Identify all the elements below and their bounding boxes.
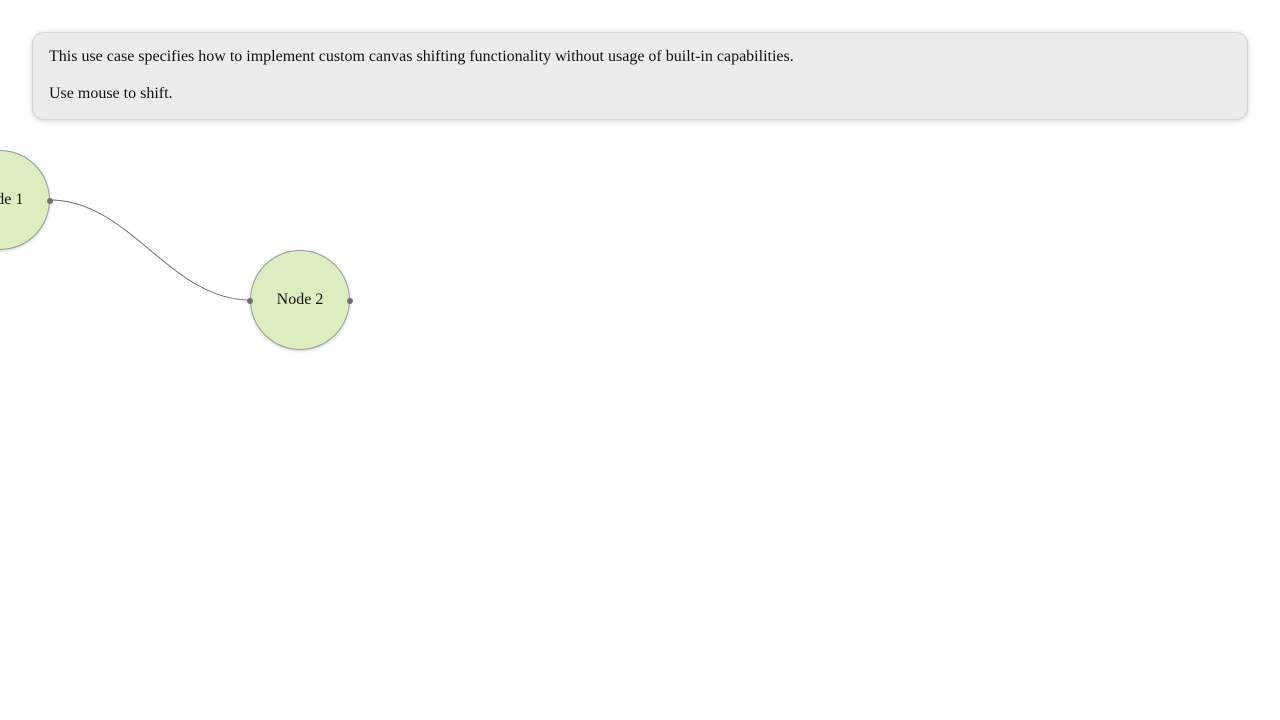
- diagram-canvas[interactable]: Node 1 Node 2 This use case specifies ho…: [0, 0, 1280, 720]
- node-2[interactable]: Node 2: [247, 250, 353, 350]
- link-node1-node2[interactable]: [49, 199, 251, 301]
- node-2-input-port[interactable]: [247, 298, 253, 304]
- node-1-output-port[interactable]: [47, 198, 53, 204]
- node-label: Node 2: [276, 291, 324, 308]
- help-description: This use case specifies how to implement…: [49, 48, 794, 65]
- node-2-output-port[interactable]: [347, 298, 353, 304]
- node-label: Node 1: [0, 191, 24, 208]
- help-panel: This use case specifies how to implement…: [32, 32, 1248, 120]
- help-instruction: Use mouse to shift.: [49, 85, 173, 102]
